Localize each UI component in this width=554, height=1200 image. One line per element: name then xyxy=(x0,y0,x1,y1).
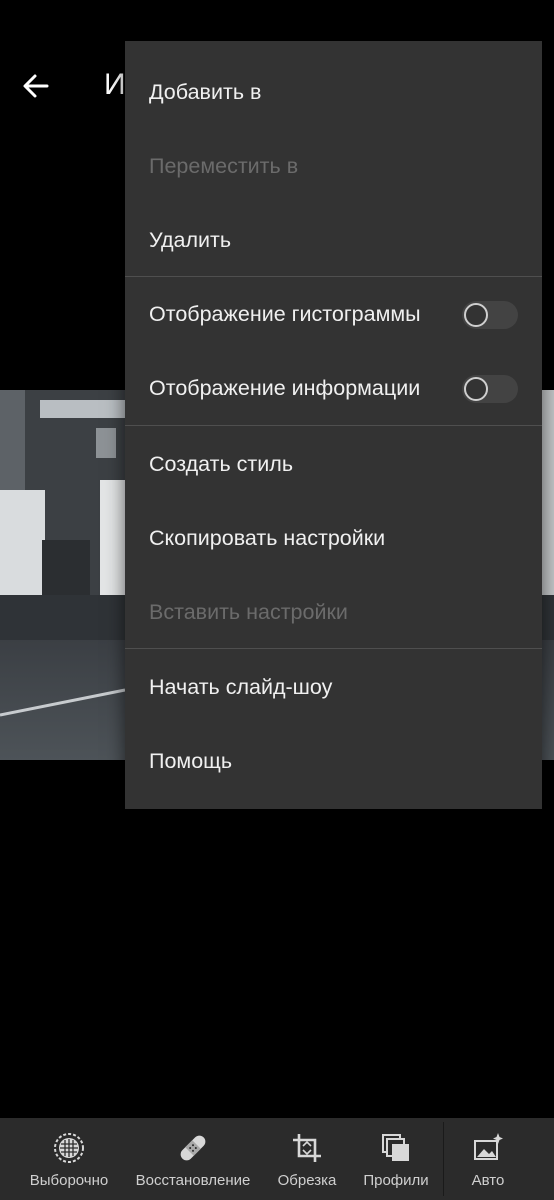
tool-label: Авто xyxy=(471,1172,505,1189)
histogram-toggle[interactable] xyxy=(462,301,518,329)
menu-divider xyxy=(125,648,542,649)
tool-auto[interactable]: Авто xyxy=(452,1118,524,1200)
tool-profiles[interactable]: Профили xyxy=(358,1118,434,1200)
menu-item-paste-settings: Вставить настройки xyxy=(125,575,542,649)
menu-item-add-to[interactable]: Добавить в xyxy=(125,55,542,129)
tool-label: Выборочно xyxy=(29,1172,109,1189)
tool-label: Восстановление xyxy=(135,1172,251,1189)
selective-icon xyxy=(54,1133,84,1163)
menu-item-label: Переместить в xyxy=(149,153,299,178)
menu-item-show-histogram[interactable]: Отображение гистограммы xyxy=(125,277,542,351)
menu-divider xyxy=(125,425,542,426)
menu-item-label: Отображение информации xyxy=(149,375,421,400)
menu-item-label: Вставить настройки xyxy=(149,599,348,624)
crop-icon xyxy=(293,1134,321,1162)
menu-item-show-info[interactable]: Отображение информации xyxy=(125,351,542,425)
arrow-left-icon xyxy=(23,74,49,98)
tool-selective[interactable]: Выборочно xyxy=(22,1118,116,1200)
tool-healing[interactable]: Восстановление xyxy=(130,1118,256,1200)
menu-item-help[interactable]: Помощь xyxy=(125,724,542,798)
menu-item-label: Удалить xyxy=(149,227,232,252)
toggle-knob xyxy=(464,377,488,401)
menu-item-label: Помощь xyxy=(149,748,233,773)
menu-item-label: Добавить в xyxy=(149,79,262,104)
profiles-icon xyxy=(382,1134,409,1161)
menu-item-label: Начать слайд-шоу xyxy=(149,674,333,699)
info-toggle[interactable] xyxy=(462,375,518,403)
bottom-toolbar: Выборочно Восстановление Обрезка Профили… xyxy=(0,1118,554,1200)
menu-item-label: Отображение гистограммы xyxy=(149,301,421,326)
page-title: И xyxy=(104,68,126,101)
toolbar-divider xyxy=(443,1122,444,1196)
back-button[interactable] xyxy=(14,64,58,108)
tool-label: Обрезка xyxy=(277,1172,337,1189)
menu-item-copy-settings[interactable]: Скопировать настройки xyxy=(125,501,542,575)
auto-enhance-icon xyxy=(474,1133,503,1160)
menu-item-create-style[interactable]: Создать стиль xyxy=(125,427,542,501)
menu-item-label: Скопировать настройки xyxy=(149,525,386,550)
tool-crop[interactable]: Обрезка xyxy=(270,1118,344,1200)
tool-label: Профили xyxy=(363,1172,429,1189)
menu-item-label: Создать стиль xyxy=(149,451,294,476)
healing-bandage-icon xyxy=(180,1135,206,1161)
toggle-knob xyxy=(464,303,488,327)
menu-item-move-to: Переместить в xyxy=(125,129,542,203)
menu-item-start-slideshow[interactable]: Начать слайд-шоу xyxy=(125,650,542,724)
overflow-menu: Добавить в Переместить в Удалить Отображ… xyxy=(125,41,542,809)
menu-item-delete[interactable]: Удалить xyxy=(125,203,542,277)
